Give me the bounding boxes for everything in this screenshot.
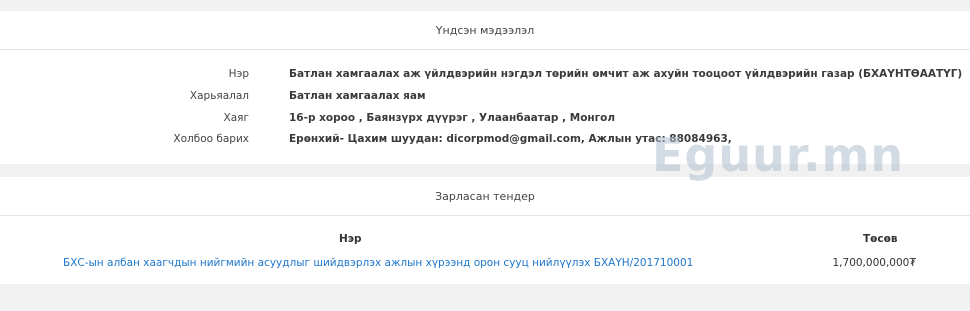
- table-row: БХС-ын албан хаагчдын нийгмийн асуудлыг …: [0, 255, 970, 271]
- column-header-budget: Төсөв: [863, 233, 898, 245]
- info-row-affiliation: Харьяалал Батлан хамгаалах яам: [0, 86, 970, 106]
- announced-tenders-heading: Зарласан тендер: [0, 177, 970, 216]
- info-value-address: 16-р хороо , Баянзүрх дүүрэг , Улаанбаат…: [289, 112, 616, 124]
- info-row-contact: Холбоо барих Ерөнхий- Цахим шуудан: dico…: [0, 129, 970, 149]
- info-label-address: Хаяг: [223, 112, 249, 124]
- info-row-name: Нэр Батлан хамгаалах аж үйлдвэрийн нэгдэ…: [0, 64, 970, 84]
- info-label-name: Нэр: [228, 68, 249, 80]
- info-label-contact: Холбоо барих: [173, 133, 249, 145]
- basic-info-panel: Үндсэн мэдээлэл Нэр Батлан хамгаалах аж …: [0, 11, 970, 164]
- announced-tenders-panel: Зарласан тендер Нэр Төсөв БХС-ын албан х…: [0, 177, 970, 284]
- info-value-contact: Ерөнхий- Цахим шуудан: dicorpmod@gmail.c…: [289, 133, 732, 145]
- info-value-name: Батлан хамгаалах аж үйлдвэрийн нэгдэл тө…: [289, 68, 963, 80]
- info-value-affiliation: Батлан хамгаалах яам: [289, 90, 426, 102]
- info-label-affiliation: Харьяалал: [189, 90, 249, 102]
- tender-budget: 1,700,000,000₮: [832, 257, 917, 269]
- info-row-address: Хаяг 16-р хороо , Баянзүрх дүүрэг , Улаа…: [0, 108, 970, 128]
- column-header-name: Нэр: [339, 233, 362, 245]
- tender-link[interactable]: БХС-ын албан хаагчдын нийгмийн асуудлыг …: [63, 255, 693, 271]
- basic-info-heading: Үндсэн мэдээлэл: [0, 11, 970, 50]
